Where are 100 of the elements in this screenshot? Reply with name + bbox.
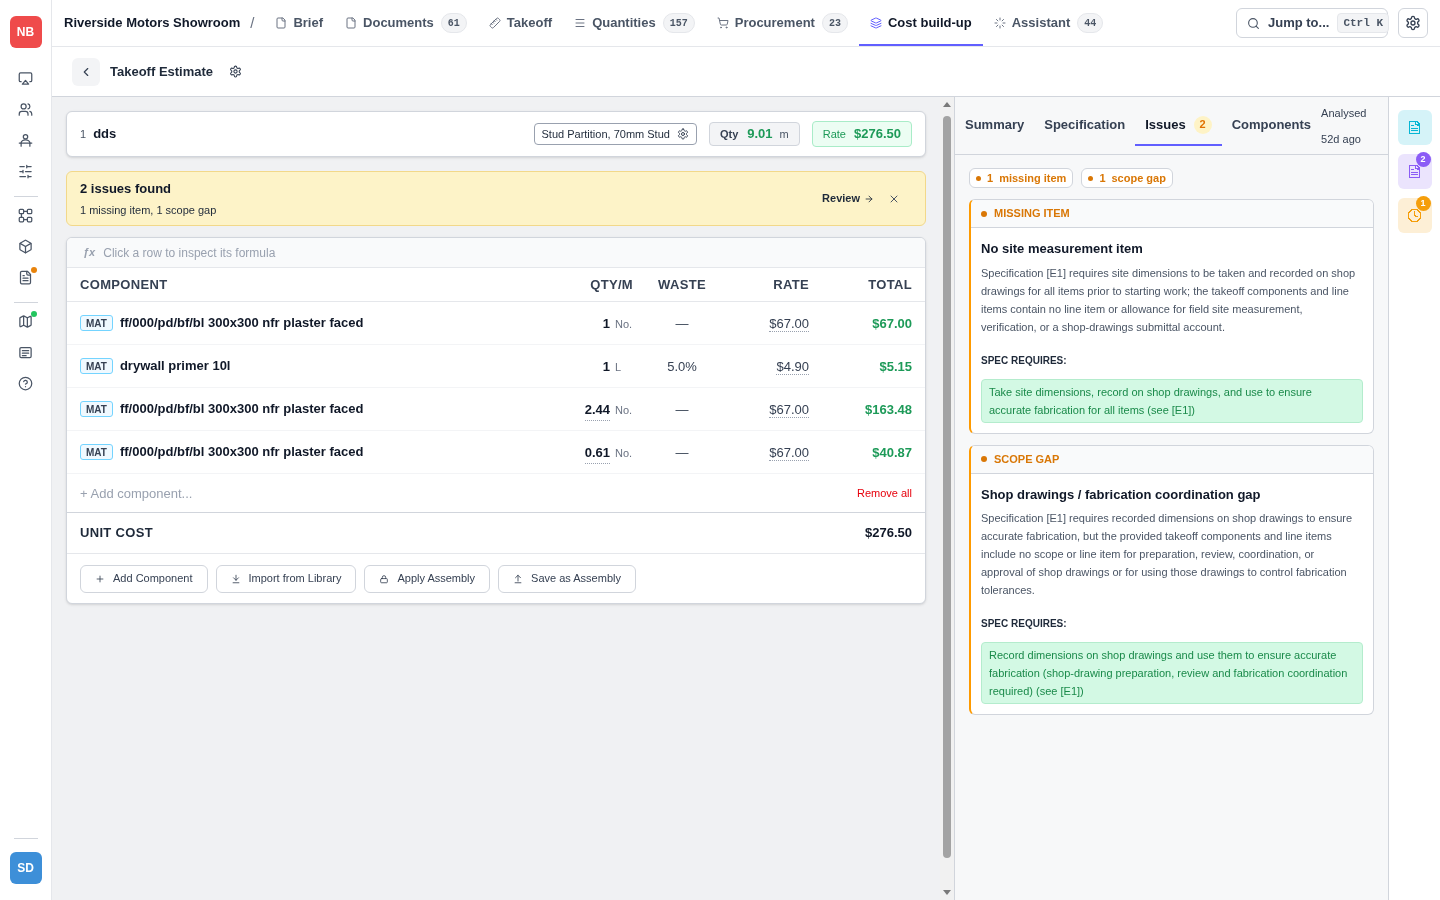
- component-name: ff/000/pd/bf/bl 300x300 nfr plaster faced: [119, 314, 364, 333]
- rate-value: $67.00: [769, 445, 809, 461]
- screen-icon[interactable]: [18, 70, 33, 86]
- analysed-time: Analysed 52d ago: [1321, 105, 1368, 147]
- sliders-icon[interactable]: [18, 163, 33, 179]
- document-icon[interactable]: [18, 269, 33, 285]
- loader-icon: [993, 17, 1006, 29]
- column-header: COMPONENT: [80, 275, 169, 294]
- shortcut-key: Ctrl K: [1337, 13, 1389, 33]
- unit-cost-value: $276.50: [865, 524, 912, 543]
- settings-button[interactable]: [1398, 8, 1428, 38]
- download-icon: [230, 573, 241, 584]
- scrollbar-thumb[interactable]: [943, 116, 951, 858]
- waste-value: —: [675, 402, 689, 417]
- add-component-field[interactable]: + Add component...: [80, 481, 841, 505]
- layers-icon: [869, 17, 882, 29]
- unit-cost-label: UNIT COST: [80, 524, 153, 543]
- lines-icon: [574, 17, 587, 29]
- type-tag: MAT: [80, 444, 113, 460]
- scroll-down-icon[interactable]: [943, 890, 951, 895]
- cart-icon: [716, 17, 729, 29]
- unit-label: No.: [615, 447, 633, 459]
- qty-value: 2.44: [584, 400, 610, 421]
- action-button[interactable]: Apply Assembly: [364, 564, 491, 593]
- unit-label: m: [779, 126, 789, 142]
- breadcrumb-separator: /: [250, 12, 255, 33]
- help-icon[interactable]: [18, 375, 33, 391]
- action-button[interactable]: Add Component: [80, 564, 208, 593]
- scroll-up-icon[interactable]: [943, 102, 951, 107]
- column-header: RATE: [772, 275, 809, 294]
- assembly-chip[interactable]: Stud Partition, 70mm Stud: [533, 123, 697, 145]
- qty-label: Qty: [719, 126, 739, 142]
- scrollbar[interactable]: [940, 97, 954, 900]
- rate-label: Rate: [822, 126, 846, 142]
- lock-icon: [379, 573, 390, 584]
- nodes-icon[interactable]: [18, 207, 33, 223]
- total-value: $40.87: [872, 445, 912, 460]
- issue-category: SCOPE GAP: [994, 451, 1060, 467]
- column-header: TOTAL: [867, 275, 912, 294]
- person-icon[interactable]: [18, 132, 33, 148]
- qty-value: 1: [602, 315, 610, 333]
- remove-all-link[interactable]: Remove all: [856, 484, 912, 502]
- settings-icon[interactable]: [229, 65, 243, 78]
- waste-value: 5.0%: [667, 359, 697, 374]
- panel-tab[interactable]: Components: [1221, 105, 1322, 146]
- rate-value: $67.00: [769, 402, 809, 418]
- ruler-icon: [488, 17, 501, 29]
- rate-value: $276.50: [854, 125, 901, 144]
- issue-title: Shop drawings / fabrication coordination gap: [981, 485, 1262, 504]
- rate-chip[interactable]: Rate $276.50: [811, 121, 912, 147]
- item-name: dds: [93, 125, 117, 144]
- nav-tab[interactable]: Assistant 44: [982, 0, 1115, 46]
- qty-value: 0.61: [584, 443, 610, 464]
- action-button[interactable]: Save as Assembly: [498, 564, 636, 593]
- waste-value: —: [675, 445, 689, 460]
- type-tag: MAT: [80, 358, 113, 374]
- requirement-note: Record dimensions on shop drawings and use them to ensure accurate fabrication (shop-drawing preparation, review and fabrication coordination required) (see [E1]): [981, 642, 1363, 704]
- component-name: ff/000/pd/bf/bl 300x300 nfr plaster faced: [119, 443, 364, 462]
- file-icon: [345, 17, 358, 29]
- nav-tab[interactable]: Procurement 23: [705, 0, 859, 46]
- bullet-icon: [981, 210, 987, 217]
- panel-tab[interactable]: Specification: [1034, 105, 1136, 146]
- nav-tab[interactable]: Brief: [264, 0, 335, 46]
- upload-icon: [513, 573, 524, 584]
- rail-button[interactable]: 2: [1397, 154, 1432, 189]
- count-badge: 44: [1077, 13, 1104, 33]
- panel-tab[interactable]: Issues 2: [1135, 105, 1222, 146]
- banner-title: 2 issues found: [80, 180, 173, 198]
- unit-label: No.: [615, 318, 633, 330]
- column-header: WASTE: [657, 275, 707, 294]
- issue-description: Specification [E1] requires site dimensions to be taken and recorded on shop drawings for all items prior to starting work; the takeoff components and line items contain no line item or allowance for field site measurement, verification, or a shop-drawings submittal account.: [981, 265, 1357, 335]
- list-card-icon[interactable]: [18, 344, 33, 360]
- count-badge: 61: [440, 13, 467, 33]
- nav-tab[interactable]: Takeoff: [477, 0, 564, 46]
- nav-tab[interactable]: Quantities 157: [563, 0, 706, 46]
- search-button[interactable]: Jump to... Ctrl K: [1236, 8, 1388, 38]
- qty-chip[interactable]: Qty 9.01 m: [708, 122, 800, 146]
- type-tag: MAT: [80, 315, 113, 331]
- action-button[interactable]: Import from Library: [215, 564, 357, 593]
- settings-icon: [676, 128, 689, 140]
- nav-tab[interactable]: Documents 61: [334, 0, 478, 46]
- unit-label: L: [615, 361, 622, 373]
- map-icon[interactable]: [18, 313, 33, 329]
- workspace-logo[interactable]: NB: [9, 16, 42, 48]
- arrow-right-icon: [864, 193, 874, 204]
- requirement-label: SPEC REQUIRES:: [981, 617, 1068, 631]
- panel-tab[interactable]: Summary: [955, 105, 1035, 146]
- formula-hint: Click a row to inspect its formula: [103, 244, 276, 262]
- total-value: $67.00: [872, 316, 912, 331]
- cube-icon[interactable]: [18, 238, 33, 254]
- rate-value: $4.90: [776, 359, 809, 375]
- banner-summary: 1 missing item, 1 scope gap: [80, 202, 217, 218]
- review-link[interactable]: Review: [822, 190, 874, 207]
- qty-value: 9.01: [747, 125, 773, 144]
- requirement-label: SPEC REQUIRES:: [981, 353, 1068, 368]
- requirement-note: Take site dimensions, record on shop drawings, and use to ensure accurate fabrication for all items (see [E1]): [981, 378, 1363, 423]
- formula-symbol: ƒx: [83, 245, 96, 261]
- users-icon[interactable]: [18, 101, 33, 117]
- issue-category: MISSING ITEM: [994, 206, 1070, 222]
- count-badge: 2: [1415, 152, 1431, 167]
